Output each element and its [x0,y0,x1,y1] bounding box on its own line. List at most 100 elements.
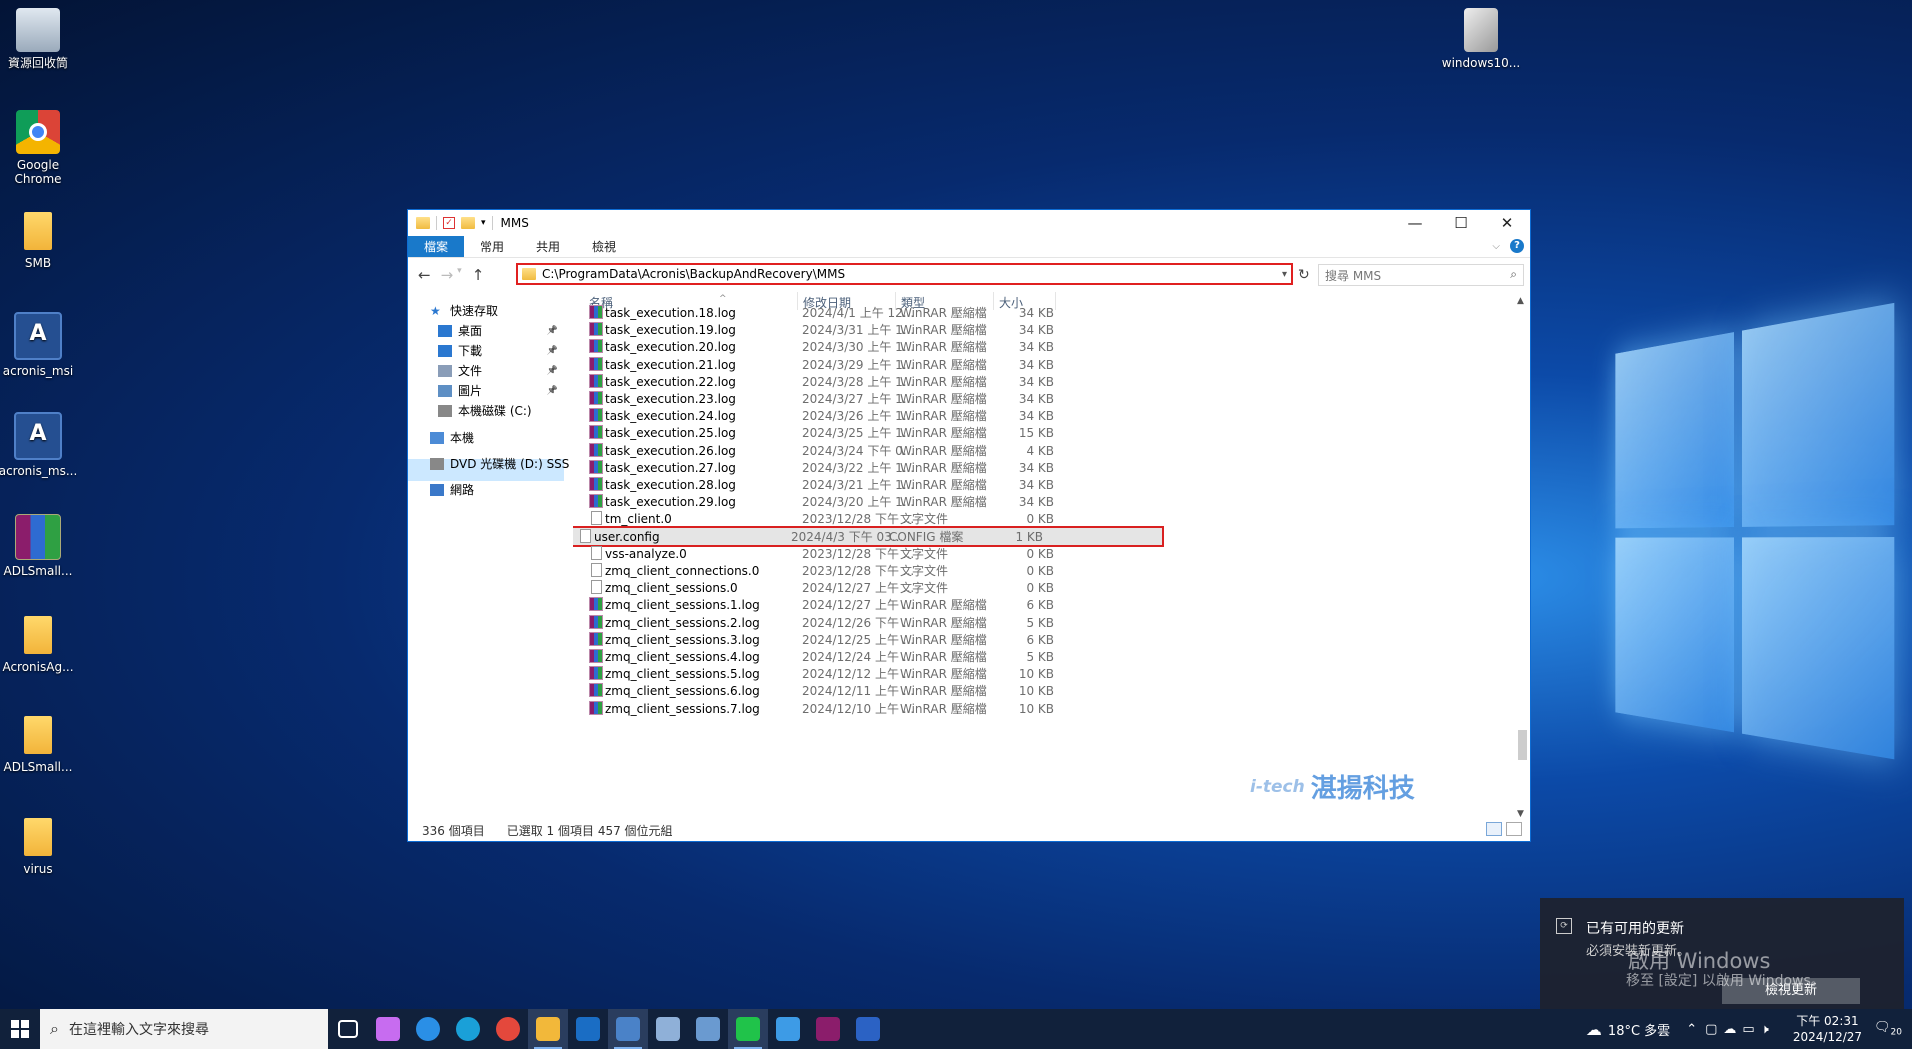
address-path[interactable]: C:\ProgramData\Acronis\BackupAndRecovery… [542,267,845,281]
properties-icon[interactable]: ✓ [443,217,455,229]
table-row[interactable]: zmq_client_sessions.5.log 2024/12/12 上午 .… [583,665,1063,682]
table-row[interactable]: task_execution.22.log 2024/3/28 上午 1... Wi… [583,373,1063,390]
tab-file[interactable]: 檔案 [408,236,465,257]
table-row[interactable]: task_execution.24.log 2024/3/26 上午 1... Wi… [583,407,1063,424]
recent-dropdown-icon[interactable]: ▾ [457,266,462,284]
table-row[interactable]: zmq_client_sessions.3.log 2024/12/25 上午 .… [583,631,1063,648]
taskbar-app-remote-desktop[interactable] [608,1009,648,1049]
minimize-button[interactable]: — [1392,210,1438,236]
new-folder-icon[interactable] [461,217,475,229]
taskbar-app-edge[interactable] [448,1009,488,1049]
file-name: task_execution.26.log [605,443,736,458]
table-row[interactable]: task_execution.26.log 2024/3/24 下午 0... Wi… [583,442,1063,459]
tab-home[interactable]: 常用 [464,236,520,257]
table-row[interactable]: zmq_client_sessions.0 2024/12/27 上午 ... 文字… [583,579,1063,596]
nav-item-network[interactable]: 網路 [430,481,570,498]
taskbar-app-task-view[interactable] [328,1009,368,1049]
file-list[interactable]: ^ 名稱 修改日期 類型 大小 task_execution.18.log 202… [573,292,1530,819]
help-icon[interactable]: ? [1510,239,1524,253]
clock[interactable]: 下午 02:31 2024/12/27 [1793,1013,1862,1045]
table-row[interactable]: vss-analyze.0 2023/12/28 下午 ... 文字文件 0 KB [583,545,1063,562]
vertical-scrollbar[interactable]: ▲ ▼ [1514,292,1530,819]
taskbar-app-chrome[interactable] [488,1009,528,1049]
weather-icon[interactable]: ☁ [1586,1020,1602,1039]
taskbar-app-winrar[interactable] [808,1009,848,1049]
taskbar-app-file-explorer[interactable] [528,1009,568,1049]
taskbar-app-server-tool[interactable] [688,1009,728,1049]
table-row[interactable]: zmq_client_sessions.6.log 2024/12/11 上午 .… [583,682,1063,699]
nav-item-drive[interactable]: 本機磁碟 (C:) [438,402,570,419]
start-button[interactable] [0,1009,40,1049]
nav-item-star[interactable]: ★ 快速存取 [430,302,570,319]
desktop-icon-folder[interactable]: SMB [0,212,78,270]
nav-item-pc[interactable]: 本機 [430,429,570,446]
table-row[interactable]: task_execution.29.log 2024/3/20 上午 1... Wi… [583,493,1063,510]
table-row[interactable]: task_execution.27.log 2024/3/22 上午 1... Wi… [583,459,1063,476]
table-row[interactable]: task_execution.25.log 2024/3/25 上午 1... Wi… [583,424,1063,441]
file-type: 文字文件 [900,547,949,561]
nav-item-dvd[interactable]: DVD 光碟機 (D:) SSS [430,455,570,472]
table-row[interactable]: task_execution.21.log 2024/3/29 上午 1... Wi… [583,356,1063,373]
desktop-icon-folder[interactable]: AcronisAg... [0,616,78,674]
tab-share[interactable]: 共用 [520,236,576,257]
desktop-icon-folder[interactable]: ADLSmall... [0,716,78,774]
table-row[interactable]: task_execution.18.log 2024/4/1 上午 12... Wi… [583,304,1063,321]
desktop-icon-windows10[interactable]: windows10... [1441,8,1521,70]
desktop-icon-acronis[interactable]: Aacronis_msi [0,312,78,378]
weather-text[interactable]: 18°C 多雲 [1608,1020,1670,1039]
notification-center-icon[interactable]: 🗨20 [1874,1020,1902,1038]
address-dropdown-icon[interactable]: ▾ [1282,269,1287,280]
scroll-down-icon[interactable]: ▼ [1517,809,1524,819]
taskbar-app-network-tool[interactable] [648,1009,688,1049]
table-row[interactable]: zmq_client_connections.0 2023/12/28 下午 ..… [583,562,1063,579]
address-bar[interactable]: C:\ProgramData\Acronis\BackupAndRecovery… [516,263,1293,285]
close-button[interactable]: ✕ [1484,210,1530,236]
taskbar-app-line[interactable] [728,1009,768,1049]
desktop-icon-bin[interactable]: 資源回收筒 [0,8,78,70]
scroll-up-icon[interactable]: ▲ [1517,296,1524,306]
table-row[interactable]: task_execution.19.log 2024/3/31 上午 1... Wi… [583,321,1063,338]
nav-item-desktop[interactable]: 桌面 📌 [438,322,570,339]
taskbar-search[interactable]: ⌕ 在這裡輸入文字來搜尋 [40,1009,328,1049]
recycle-bin-icon [16,8,60,52]
title-bar[interactable]: ✓ ▾ MMS — ☐ ✕ [408,210,1530,236]
table-row[interactable]: zmq_client_sessions.7.log 2024/12/10 上午 .… [583,700,1063,717]
details-view-button[interactable] [1486,822,1502,836]
search-icon[interactable]: ⌕ [1510,267,1517,282]
maximize-button[interactable]: ☐ [1438,210,1484,236]
desktop-icon-rar[interactable]: ADLSmall... [0,514,78,578]
explorer-window[interactable]: ✓ ▾ MMS — ☐ ✕ 檔案 常用 共用 檢視 ⌵ ? ← → ▾ ↑ C:… [407,209,1531,842]
taskbar-app-paint[interactable] [768,1009,808,1049]
table-row[interactable]: zmq_client_sessions.4.log 2024/12/24 上午 .… [583,648,1063,665]
large-icons-view-button[interactable] [1506,822,1522,836]
table-row[interactable]: task_execution.23.log 2024/3/27 上午 1... Wi… [583,390,1063,407]
taskbar-app-copilot[interactable] [368,1009,408,1049]
expand-ribbon-icon[interactable]: ⌵ [1492,241,1500,252]
table-row[interactable]: tm_client.0 2023/12/28 下午 ... 文字文件 0 KB [583,510,1063,527]
desktop-icon-folder[interactable]: virus [0,818,78,876]
tab-view[interactable]: 檢視 [576,236,632,257]
table-row[interactable]: user.config 2024/4/3 下午 03... CONFIG 檔案 1 K… [573,526,1164,547]
tray-icons[interactable]: ▢☁▭🕨 [1705,1022,1775,1037]
refresh-button[interactable]: ↻ [1298,267,1310,283]
taskbar-app-word[interactable] [848,1009,888,1049]
desktop-icon-chrome[interactable]: Google Chrome [0,110,78,186]
file-date: 2024/12/11 上午 ... [802,684,915,698]
nav-item-download[interactable]: 下載 📌 [438,342,570,359]
back-button[interactable]: ← [418,266,431,284]
show-hidden-icons[interactable]: ⌃ [1686,1022,1697,1037]
nav-item-document[interactable]: 文件 📌 [438,362,570,379]
quick-access-dropdown-icon[interactable]: ▾ [481,218,486,228]
table-row[interactable]: zmq_client_sessions.1.log 2024/12/27 上午 .… [583,596,1063,613]
nav-item-picture[interactable]: 圖片 📌 [438,382,570,399]
table-row[interactable]: task_execution.28.log 2024/3/21 上午 1... Wi… [583,476,1063,493]
taskbar-app-outlook[interactable] [568,1009,608,1049]
taskbar-app-ie[interactable] [408,1009,448,1049]
up-button[interactable]: ↑ [472,266,485,284]
table-row[interactable]: task_execution.20.log 2024/3/30 上午 1... Wi… [583,338,1063,355]
desktop-icon-acronis[interactable]: Aacronis_ms... [0,412,78,478]
search-box[interactable]: 搜尋 MMS ⌕ [1318,264,1524,286]
scrollbar-thumb[interactable] [1518,730,1527,760]
forward-button[interactable]: → [441,266,454,284]
table-row[interactable]: zmq_client_sessions.2.log 2024/12/26 下午 .… [583,614,1063,631]
